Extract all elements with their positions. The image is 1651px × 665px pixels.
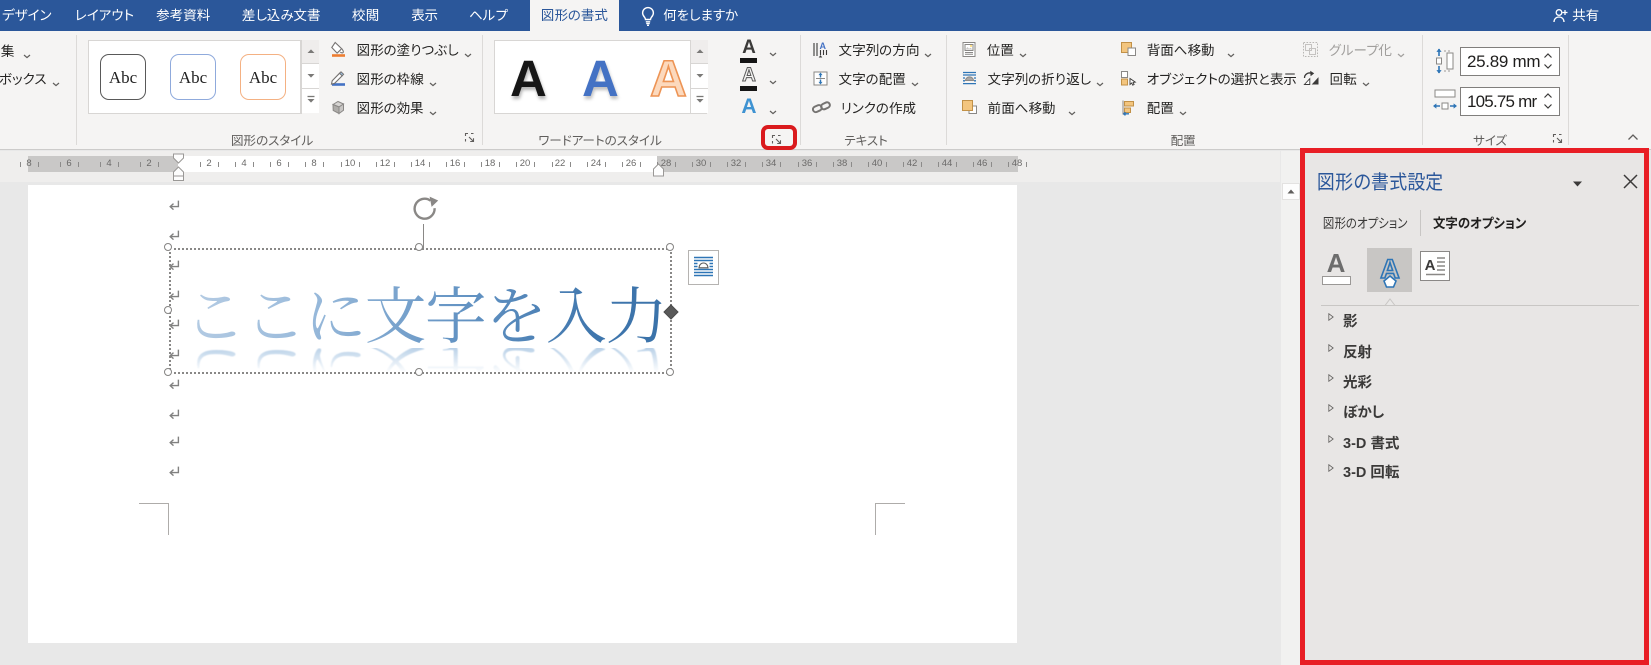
svg-text:A: A	[820, 41, 827, 51]
svg-text:A: A	[1425, 257, 1436, 274]
